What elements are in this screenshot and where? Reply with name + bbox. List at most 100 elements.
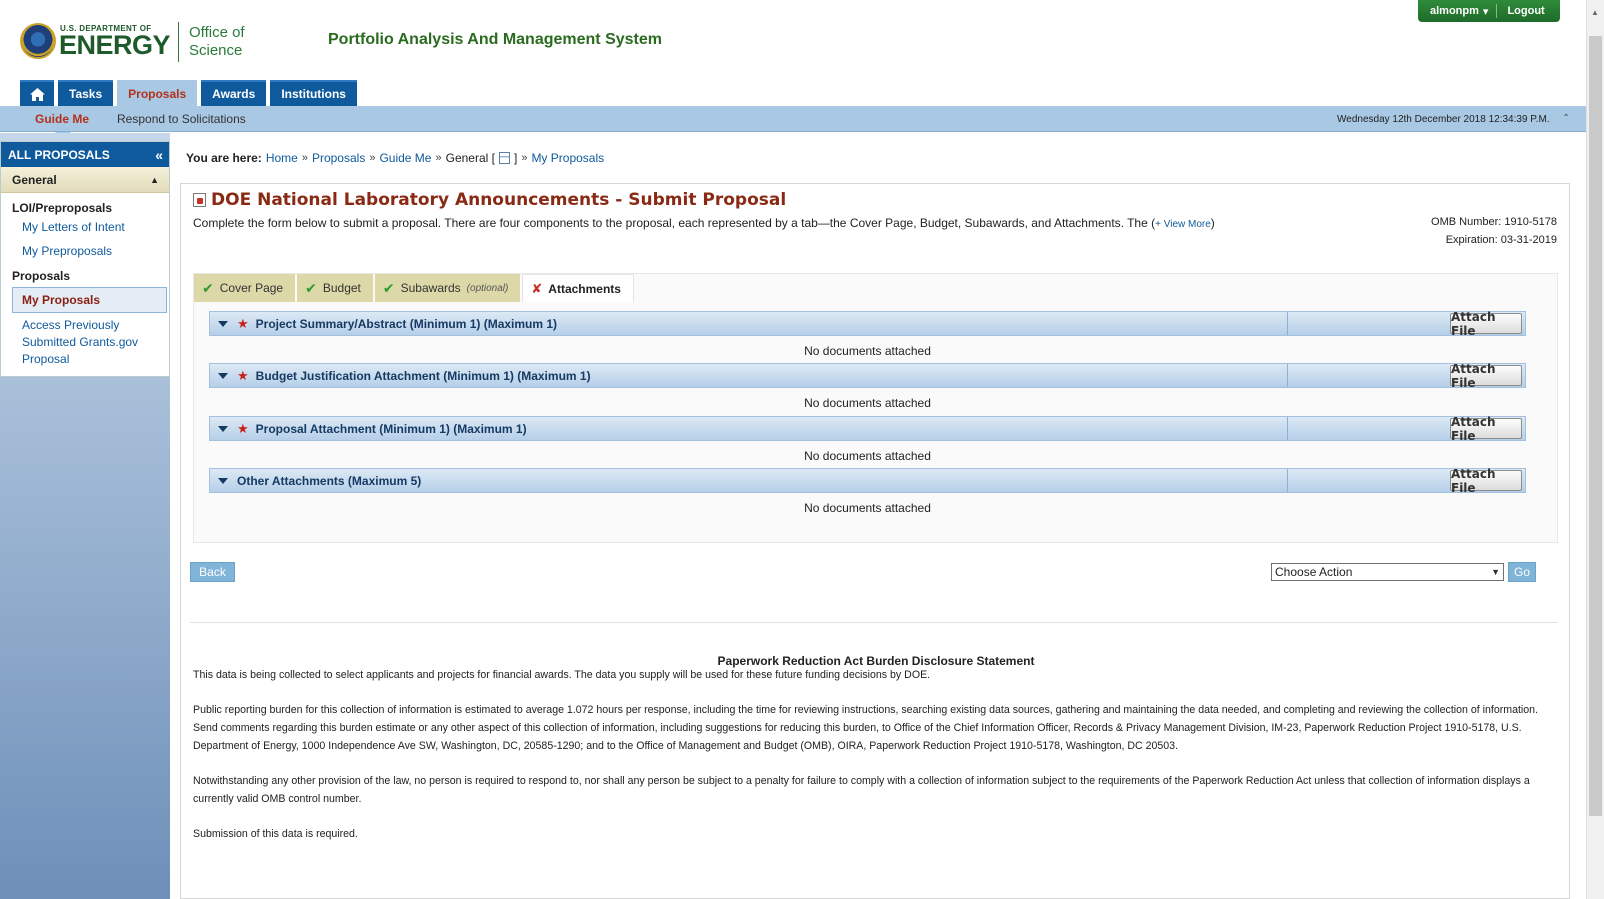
tab-suffix: (optional) — [466, 282, 509, 294]
attach-file-button[interactable]: Attach File — [1450, 310, 1522, 338]
sidebar: ALL PROPOSALS « General ▲ LOI/Preproposa… — [0, 141, 170, 377]
tab-subawards[interactable]: ✔ Subawards (optional) — [374, 274, 521, 302]
document-icon[interactable] — [498, 152, 510, 164]
tab-container: ✔ Cover Page ✔ Budget ✔ Subawards (optio… — [193, 273, 1558, 543]
nav-home[interactable] — [20, 80, 54, 106]
required-star-icon: ★ — [237, 315, 249, 331]
back-button[interactable]: Back — [190, 562, 235, 582]
caret-up-icon: ▲ — [150, 174, 159, 185]
user-bar: almonpm ▾ Logout — [1418, 0, 1560, 22]
caret-down-icon — [218, 372, 228, 379]
attachment-section-summary: ★ Project Summary/Abstract (Minimum 1) (… — [209, 310, 1526, 363]
attachment-section-proposal: ★ Proposal Attachment (Minimum 1) (Maxim… — [209, 415, 1526, 468]
omb-info: OMB Number: 1910-5178 Expiration: 03-31-… — [1431, 213, 1557, 249]
sidebar-item-preproposals[interactable]: My Preproposals — [1, 239, 169, 263]
sidebar-section-general[interactable]: General ▲ — [1, 167, 169, 193]
breadcrumb-general: General [ — [445, 151, 495, 165]
system-title: Portfolio Analysis And Management System — [328, 31, 662, 48]
chevron-down-icon: ▾ — [1482, 5, 1489, 18]
sidebar-group-loi: LOI/Preproposals — [12, 201, 113, 215]
home-icon — [29, 87, 45, 101]
breadcrumb-guide-me[interactable]: Guide Me — [379, 151, 431, 165]
breadcrumb-label: You are here: — [186, 151, 262, 165]
caret-down-icon — [218, 320, 228, 327]
main-nav: Tasks Proposals Awards Institutions — [20, 80, 357, 106]
nav-awards[interactable]: Awards — [201, 80, 267, 106]
attachment-header[interactable]: Other Attachments (Maximum 5) Attach Fil… — [209, 467, 1526, 495]
tab-budget[interactable]: ✔ Budget — [297, 274, 373, 302]
nav-proposals[interactable]: Proposals — [117, 80, 198, 106]
go-button[interactable]: Go — [1508, 562, 1536, 582]
no-documents-text: No documents attached — [804, 344, 931, 358]
required-star-icon: ★ — [237, 367, 249, 383]
sub-nav: Guide Me Respond to Solicitations Wednes… — [0, 106, 1586, 140]
logo-energy-text: ENERGY — [59, 30, 171, 60]
tab-attachments[interactable]: ✘ Attachments — [522, 274, 634, 302]
tab-cover-page[interactable]: ✔ Cover Page — [194, 274, 296, 302]
caret-down-icon — [218, 477, 228, 484]
tab-label: Cover Page — [219, 281, 284, 295]
main-panel: DOE National Laboratory Announcements - … — [180, 183, 1570, 899]
tab-label: Budget — [322, 281, 361, 295]
pra-paragraph-2: Public reporting burden for this collect… — [193, 704, 1539, 752]
breadcrumb-separator: » — [435, 152, 442, 164]
intro-text: Complete the form below to submit a prop… — [193, 216, 1215, 230]
check-icon: ✔ — [382, 279, 395, 296]
intro-body: Complete the form below to submit a prop… — [193, 216, 1156, 230]
breadcrumb-separator: » — [521, 152, 528, 164]
chevron-down-icon: ▼ — [1491, 567, 1500, 577]
sidebar-item-my-proposals[interactable]: My Proposals — [12, 287, 167, 313]
view-more-link[interactable]: + View More — [1155, 219, 1211, 230]
sidebar-item-letters-of-intent[interactable]: My Letters of Intent — [1, 215, 169, 239]
attachment-header[interactable]: ★ Proposal Attachment (Minimum 1) (Maxim… — [209, 415, 1526, 443]
column-divider — [1287, 364, 1288, 387]
scroll-up-icon[interactable]: ▲ — [1591, 8, 1599, 17]
doe-seal-icon — [20, 23, 56, 59]
breadcrumb: You are here: Home » Proposals » Guide M… — [186, 151, 604, 165]
sidebar-title: ALL PROPOSALS — [8, 147, 110, 162]
attach-file-button[interactable]: Attach File — [1450, 362, 1522, 390]
breadcrumb-proposals[interactable]: Proposals — [312, 151, 365, 165]
no-documents-text: No documents attached — [804, 501, 931, 515]
column-divider — [1287, 312, 1288, 335]
breadcrumb-general-close: ] — [513, 151, 518, 165]
nav-institutions[interactable]: Institutions — [270, 80, 357, 106]
attach-file-button[interactable]: Attach File — [1450, 415, 1522, 443]
caret-down-icon — [218, 425, 228, 432]
sidebar-section-label: General — [12, 172, 57, 187]
sidebar-header: ALL PROPOSALS « — [1, 142, 169, 167]
breadcrumb-home[interactable]: Home — [266, 151, 298, 165]
pra-paragraph-3: Notwithstanding any other provision of t… — [193, 775, 1530, 805]
subnav-guide-me[interactable]: Guide Me — [35, 112, 89, 126]
attachment-header[interactable]: ★ Budget Justification Attachment (Minim… — [209, 362, 1526, 390]
attach-file-button[interactable]: Attach File — [1450, 467, 1522, 495]
attachment-header[interactable]: ★ Project Summary/Abstract (Minimum 1) (… — [209, 310, 1526, 338]
subnav-respond[interactable]: Respond to Solicitations — [117, 112, 246, 126]
required-star-icon: ★ — [237, 420, 249, 436]
omb-number: OMB Number: 1910-5178 — [1431, 216, 1557, 228]
page-scrollbar[interactable]: ▲ — [1586, 0, 1604, 899]
pra-paragraph-1: This data is being collected to select a… — [193, 669, 931, 681]
nav-tasks[interactable]: Tasks — [58, 80, 114, 106]
collapse-sidebar-icon[interactable]: « — [155, 147, 163, 163]
form-icon — [193, 193, 206, 207]
sidebar-item-access-grants-gov[interactable]: Access Previously Submitted Grants.gov P… — [1, 313, 141, 376]
attachment-section-other: Other Attachments (Maximum 5) Attach Fil… — [209, 467, 1526, 520]
pra-paragraph-4: Submission of this data is required. — [193, 828, 358, 840]
username: almonpm — [1430, 5, 1479, 17]
user-menu[interactable]: almonpm ▾ — [1418, 4, 1498, 18]
check-icon: ✔ — [202, 279, 214, 296]
select-value: Choose Action — [1275, 565, 1353, 579]
scrollbar-thumb[interactable] — [1589, 36, 1602, 816]
tab-label: Attachments — [548, 281, 621, 296]
collapse-header-icon[interactable]: ⌃ — [1562, 113, 1570, 124]
attachment-section-budget-justification: ★ Budget Justification Attachment (Minim… — [209, 362, 1526, 415]
logout-link[interactable]: Logout — [1497, 5, 1554, 17]
choose-action-select[interactable]: Choose Action ▼ — [1271, 563, 1504, 581]
tab-strip: ✔ Cover Page ✔ Budget ✔ Subawards (optio… — [194, 274, 634, 302]
breadcrumb-separator: » — [369, 152, 376, 164]
tab-label: Subawards — [400, 281, 461, 295]
incomplete-icon: ✘ — [531, 280, 543, 296]
breadcrumb-my-proposals[interactable]: My Proposals — [531, 151, 604, 165]
breadcrumb-separator: » — [301, 152, 308, 164]
